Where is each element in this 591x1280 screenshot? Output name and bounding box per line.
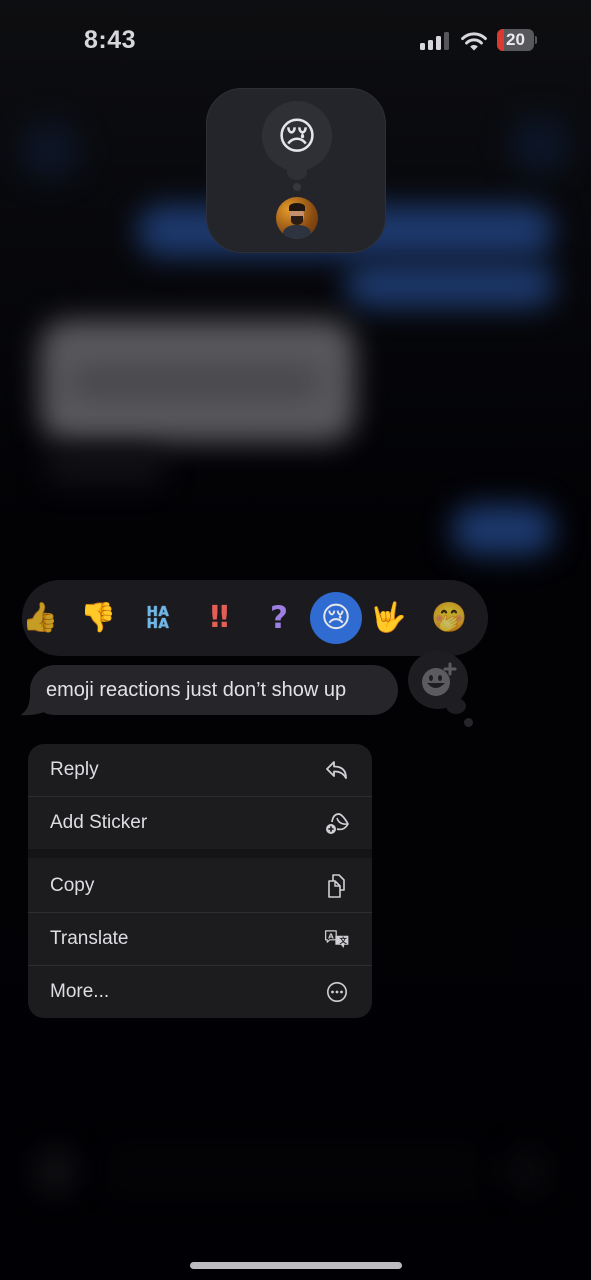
crying-face-icon: 😢 — [320, 601, 352, 634]
menu-item-translate[interactable]: Translate A 文 — [28, 913, 372, 965]
menu-item-copy[interactable]: Copy — [28, 860, 372, 912]
menu-item-add-sticker[interactable]: Add Sticker — [28, 797, 372, 849]
thumbs-down-reaction[interactable]: 👎 — [72, 592, 124, 644]
hand-over-mouth-reaction[interactable]: 🤭 — [423, 592, 475, 644]
question-mark-icon: ? — [270, 599, 288, 636]
reaction-summary-card: 😢 — [206, 88, 386, 253]
sticker-add-icon — [324, 810, 350, 836]
reaction-bubble: 😢 — [262, 101, 332, 171]
exclamation-reaction[interactable]: ‼ — [192, 592, 244, 644]
add-emoji-sticker-button[interactable] — [408, 651, 468, 709]
haha-icon: HA HA — [146, 604, 170, 632]
reply-arrow-icon — [324, 757, 350, 783]
smiley-plus-icon — [422, 662, 457, 696]
double-exclamation-icon: ‼ — [210, 600, 229, 635]
cellular-signal-icon — [420, 32, 450, 50]
haha-reaction[interactable]: HA HA — [132, 592, 184, 644]
tapback-reaction-bar[interactable]: 👍 👎 HA HA ‼ ? 😢 🤟 🤭 — [22, 580, 488, 656]
battery-indicator: 20 — [497, 29, 537, 51]
context-menu: Reply Add Sticker Copy Translate A 文 Mor… — [28, 744, 372, 1018]
menu-item-more[interactable]: More... — [28, 966, 372, 1018]
svg-text:A: A — [328, 932, 334, 941]
svg-text:文: 文 — [338, 936, 347, 945]
status-bar: 8:43 20 — [0, 0, 591, 80]
hand-over-mouth-icon: 🤭 — [430, 601, 468, 634]
menu-section-divider — [28, 849, 372, 858]
home-indicator[interactable] — [190, 1262, 402, 1269]
love-you-gesture-icon: 🤟 — [369, 601, 407, 634]
ellipsis-circle-icon — [324, 979, 350, 1005]
battery-percent: 20 — [506, 30, 525, 49]
translate-icon: A 文 — [324, 926, 350, 952]
wifi-icon — [460, 30, 488, 52]
crying-face-reaction-selected[interactable]: 😢 — [310, 592, 362, 644]
love-you-gesture-reaction[interactable]: 🤟 — [362, 592, 414, 644]
copy-documents-icon — [324, 873, 350, 899]
message-text: emoji reactions just don’t show up — [46, 678, 347, 701]
avatar[interactable] — [276, 197, 318, 239]
thumbs-up-reaction[interactable]: 👍 — [22, 592, 66, 644]
clock: 8:43 — [84, 26, 137, 54]
menu-item-reply[interactable]: Reply — [28, 744, 372, 796]
thumbs-up-icon: 👍 — [22, 601, 59, 634]
crying-face-icon: 😢 — [277, 115, 317, 158]
thumbs-down-icon: 👎 — [79, 601, 117, 634]
question-reaction[interactable]: ? — [253, 592, 305, 644]
message-bubble[interactable]: emoji reactions just don’t show up — [30, 665, 398, 715]
